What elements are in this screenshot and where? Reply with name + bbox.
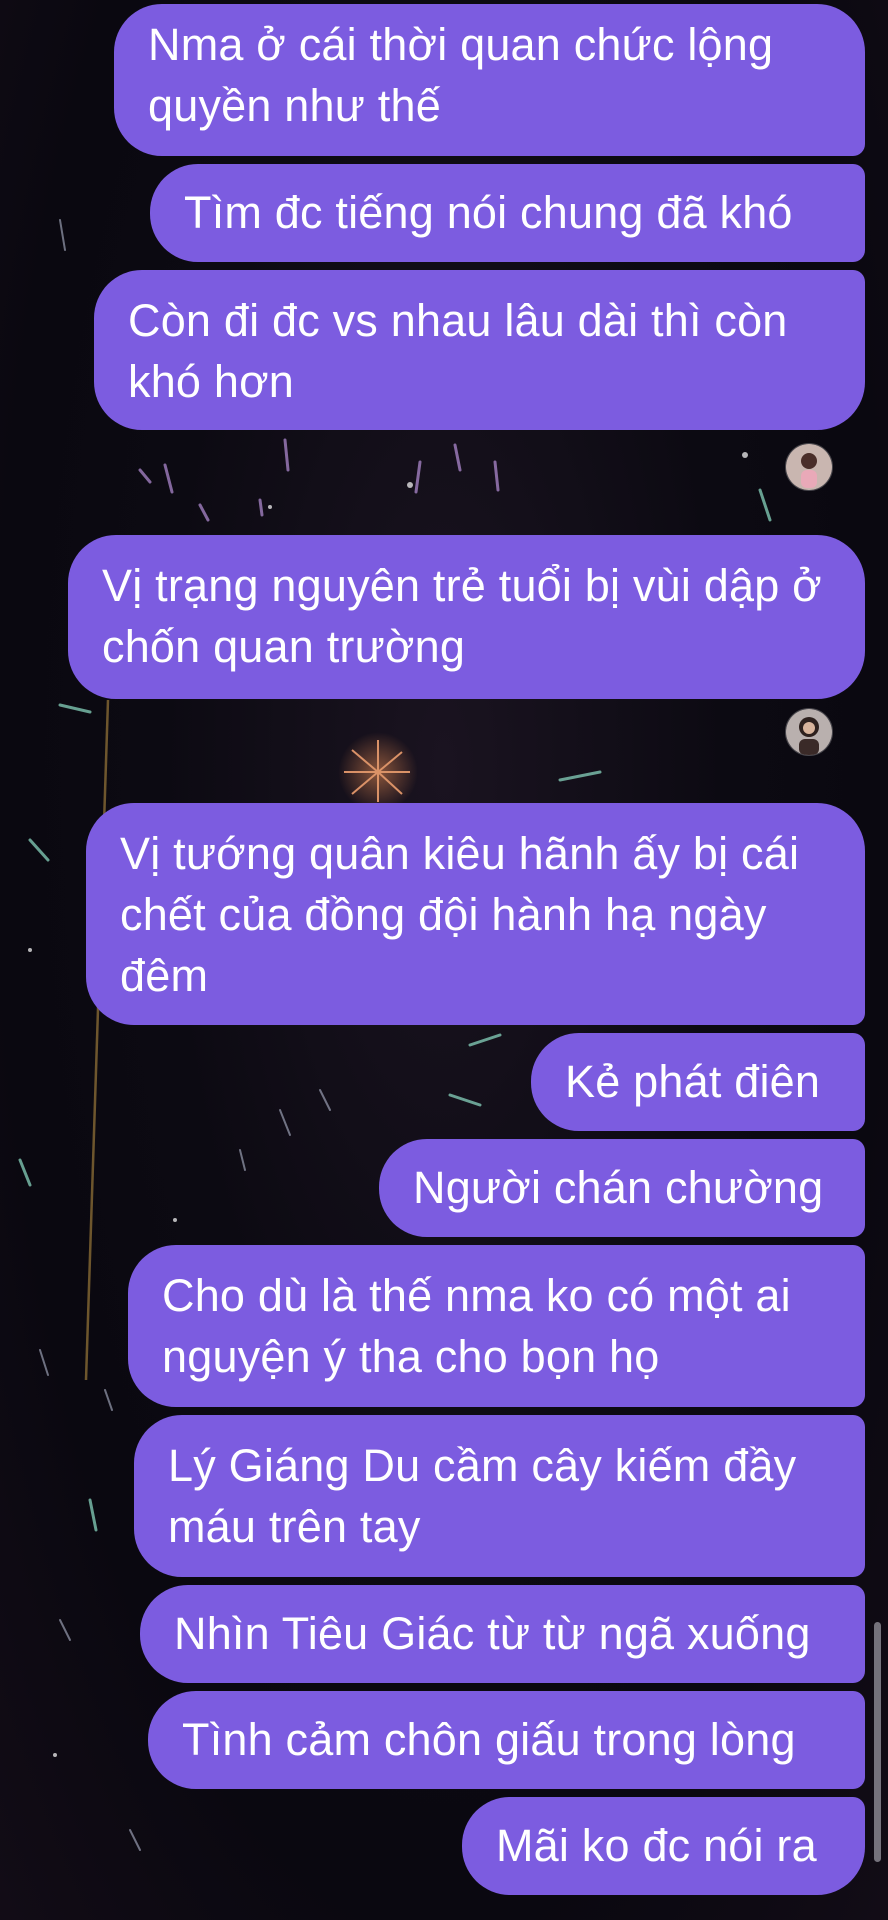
read-receipt-avatar	[785, 443, 833, 491]
message-text: Vị tướng quân kiêu hãnh ấy bị cái chết c…	[120, 828, 800, 1001]
message-text: Tìm đc tiếng nói chung đã khó	[184, 187, 793, 238]
message-text: Lý Giáng Du cầm cây kiếm đầy máu trên ta…	[168, 1440, 797, 1552]
message-text: Người chán chường	[413, 1162, 824, 1213]
avatar-icon	[786, 709, 832, 755]
message-bubble[interactable]: Tìm đc tiếng nói chung đã khó	[150, 164, 865, 262]
message-text: Tình cảm chôn giấu trong lòng	[182, 1714, 796, 1765]
message-bubble[interactable]: Cho dù là thế nma ko có một ai nguyện ý …	[128, 1245, 865, 1407]
message-bubble[interactable]: Kẻ phát điên	[531, 1033, 865, 1131]
message-bubble[interactable]: Lý Giáng Du cầm cây kiếm đầy máu trên ta…	[134, 1415, 865, 1577]
message-text: Nma ở cái thời quan chức lộng quyền như …	[148, 19, 774, 131]
message-bubble[interactable]: Tình cảm chôn giấu trong lòng	[148, 1691, 865, 1789]
message-bubble[interactable]: Nma ở cái thời quan chức lộng quyền như …	[114, 4, 865, 156]
message-bubble[interactable]: Người chán chường	[379, 1139, 865, 1237]
chat-thread[interactable]: Nma ở cái thời quan chức lộng quyền như …	[0, 0, 888, 1920]
message-bubble[interactable]: Vị trạng nguyên trẻ tuổi bị vùi dập ở ch…	[68, 535, 865, 699]
avatar-icon	[786, 444, 832, 490]
message-text: Vị trạng nguyên trẻ tuổi bị vùi dập ở ch…	[102, 560, 822, 672]
scrollbar[interactable]	[874, 1622, 881, 1862]
message-bubble[interactable]: Vị tướng quân kiêu hãnh ấy bị cái chết c…	[86, 803, 865, 1025]
message-text: Còn đi đc vs nhau lâu dài thì còn khó hơ…	[128, 295, 788, 407]
message-text: Mãi ko đc nói ra	[496, 1820, 817, 1871]
message-text: Nhìn Tiêu Giác từ từ ngã xuống	[174, 1608, 811, 1659]
read-receipt-avatar	[785, 708, 833, 756]
message-bubble[interactable]: Mãi ko đc nói ra	[462, 1797, 865, 1895]
message-text: Cho dù là thế nma ko có một ai nguyện ý …	[162, 1270, 791, 1382]
message-text: Kẻ phát điên	[565, 1056, 821, 1107]
message-bubble[interactable]: Nhìn Tiêu Giác từ từ ngã xuống	[140, 1585, 865, 1683]
message-bubble[interactable]: Còn đi đc vs nhau lâu dài thì còn khó hơ…	[94, 270, 865, 430]
